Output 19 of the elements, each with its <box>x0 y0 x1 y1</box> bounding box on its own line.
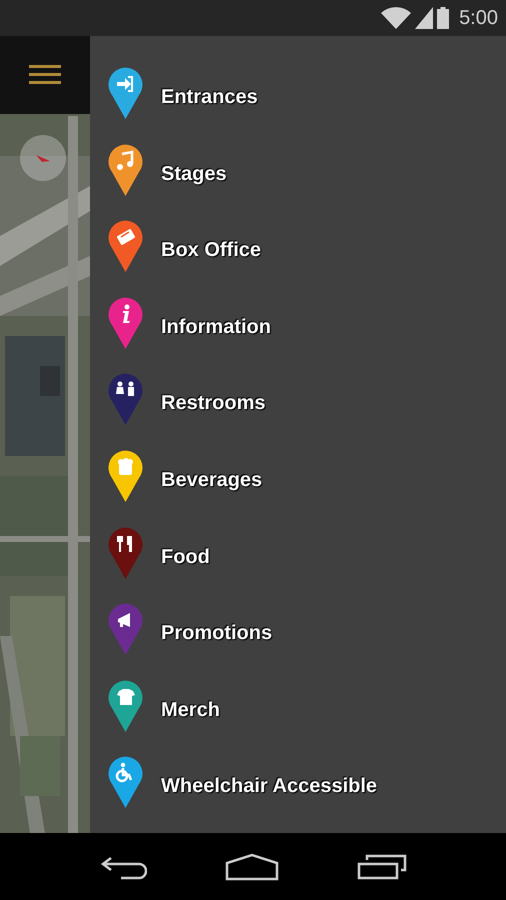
menu-item[interactable]: Entrances <box>161 86 258 109</box>
compass-icon <box>36 154 50 162</box>
menu-item[interactable]: Box Office <box>161 239 262 262</box>
signal-icon <box>415 7 434 29</box>
recent-apps-button[interactable] <box>357 854 407 880</box>
menu-item[interactable]: Merch <box>161 698 220 722</box>
menu-item[interactable]: Information <box>161 316 271 339</box>
battery-icon <box>437 7 450 29</box>
menu-item[interactable]: Promotions <box>161 622 272 646</box>
menu-item[interactable]: Food <box>161 546 210 569</box>
wifi-icon <box>381 7 412 29</box>
menu-icon <box>29 65 61 85</box>
clock-time: 5:00 <box>459 6 498 30</box>
menu-item[interactable]: Stages <box>161 162 227 186</box>
menu-item[interactable]: Wheelchair Accessible <box>161 775 378 798</box>
menu-item[interactable]: Beverages <box>161 468 262 492</box>
menu-button[interactable] <box>0 36 90 114</box>
menu-item[interactable]: Restrooms <box>161 392 266 416</box>
home-button[interactable] <box>225 852 279 880</box>
